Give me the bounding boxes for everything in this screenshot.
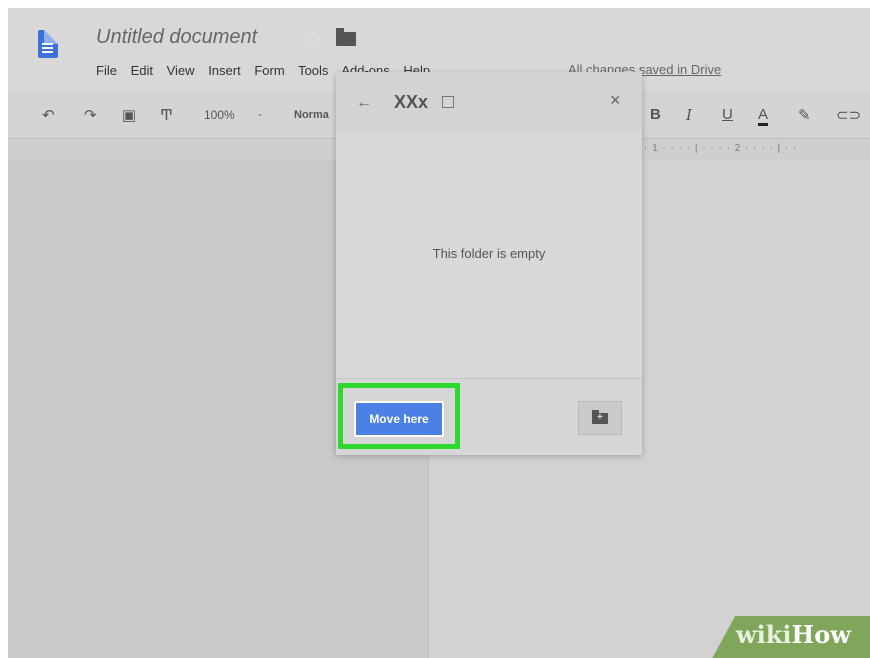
ruler-ticks: · 1 · · · · | · · · · 2 · · · · | · ·: [644, 143, 798, 154]
new-folder-icon: +: [592, 410, 608, 424]
watermark-logo: wikiHow: [736, 620, 851, 649]
menu-format[interactable]: Form: [254, 63, 284, 78]
new-folder-button[interactable]: +: [578, 401, 622, 435]
undo-icon[interactable]: ↶: [42, 106, 55, 124]
folder-name: XXx: [394, 92, 429, 112]
star-icon[interactable]: ☆: [304, 26, 322, 51]
folder-icon[interactable]: [336, 28, 356, 46]
move-to-folder-dialog: ← XXx × This folder is empty Move here +: [336, 72, 642, 455]
italic-button[interactable]: I: [686, 106, 692, 124]
highlight-icon[interactable]: ✎: [798, 106, 811, 124]
close-icon[interactable]: ×: [610, 90, 621, 111]
underline-button[interactable]: U: [722, 106, 733, 123]
docs-icon[interactable]: [38, 30, 58, 58]
print-icon[interactable]: ▣: [122, 106, 136, 124]
zoom-select[interactable]: 100%: [204, 108, 235, 122]
style-select[interactable]: Norma: [294, 109, 329, 121]
back-arrow-icon[interactable]: ←: [356, 94, 372, 112]
menu-file[interactable]: File: [96, 63, 117, 78]
link-icon[interactable]: ⊂⊃: [836, 106, 861, 124]
paint-format-icon[interactable]: Ͳ: [160, 106, 173, 124]
text-color-button[interactable]: A: [758, 106, 769, 126]
menu-insert[interactable]: Insert: [208, 63, 241, 78]
redo-icon[interactable]: ↷: [84, 106, 97, 124]
zoom-chevron-icon[interactable]: -: [258, 109, 262, 121]
menu-edit[interactable]: Edit: [131, 63, 153, 78]
move-here-button[interactable]: Move here: [354, 401, 444, 437]
bold-button[interactable]: B: [650, 106, 661, 123]
dialog-header: ← XXx ×: [336, 72, 642, 132]
app-window: Untitled document ☆ File Edit View Inser…: [8, 8, 870, 658]
document-title[interactable]: Untitled document: [96, 26, 257, 49]
dialog-footer: Move here +: [336, 378, 642, 455]
menu-view[interactable]: View: [167, 63, 195, 78]
menu-tools[interactable]: Tools: [298, 63, 328, 78]
empty-folder-message: This folder is empty: [432, 246, 546, 261]
open-external-icon[interactable]: [442, 96, 454, 108]
